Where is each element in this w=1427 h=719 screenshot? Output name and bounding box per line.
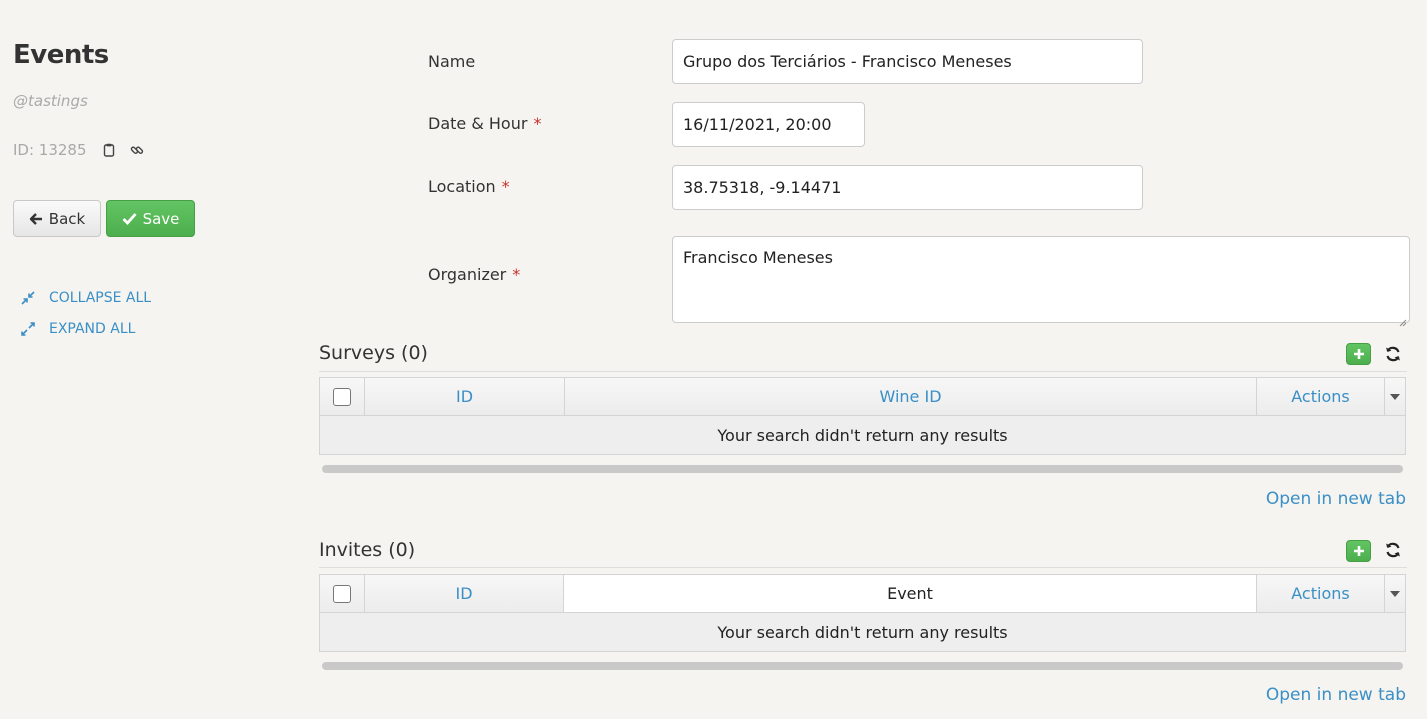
name-label: Name — [428, 52, 475, 71]
select-all-checkbox[interactable] — [333, 584, 351, 603]
page-title: Events — [13, 40, 109, 70]
collapse-icon — [20, 291, 36, 305]
refresh-invites-button[interactable] — [1383, 540, 1403, 560]
name-label-text: Name — [428, 52, 476, 71]
required-marker: * — [533, 114, 542, 133]
page-subtitle: @tastings — [13, 92, 88, 110]
select-all-checkbox[interactable] — [333, 387, 351, 406]
record-id-text: ID: 13285 — [13, 141, 87, 159]
invites-open-new-tab-link[interactable]: Open in new tab — [1266, 685, 1406, 705]
collapse-all-label: COLLAPSE ALL — [49, 290, 152, 306]
organizer-field-value: Francisco Meneses — [683, 248, 833, 267]
required-marker: * — [512, 265, 521, 284]
location-field-value: 38.75318, -9.14471 — [683, 178, 842, 197]
select-all-cell — [320, 575, 365, 612]
empty-message: Your search didn't return any results — [320, 613, 1405, 651]
surveys-title: Surveys (0) — [319, 342, 428, 364]
collapse-all-link[interactable]: COLLAPSE ALL — [20, 290, 151, 306]
organizer-field[interactable]: Francisco Meneses — [672, 236, 1410, 327]
arrow-left-icon — [29, 212, 43, 226]
location-field[interactable]: 38.75318, -9.14471 — [672, 165, 1143, 210]
back-button-label: Back — [48, 209, 86, 228]
save-button[interactable]: Save — [106, 200, 195, 237]
column-menu-button[interactable] — [1385, 575, 1405, 612]
refresh-icon — [1384, 541, 1402, 559]
date-label: Date & Hour * — [428, 114, 541, 133]
column-header-id[interactable]: ID — [365, 575, 564, 612]
surveys-open-new-tab-link[interactable]: Open in new tab — [1266, 489, 1406, 509]
required-marker: * — [501, 177, 510, 196]
expand-all-label: EXPAND ALL — [49, 321, 136, 337]
expand-all-link[interactable]: EXPAND ALL — [20, 321, 135, 337]
refresh-icon — [1384, 345, 1402, 363]
clipboard-icon[interactable] — [101, 142, 117, 158]
invites-title: Invites (0) — [319, 539, 416, 561]
column-menu-button[interactable] — [1385, 378, 1405, 415]
location-label: Location * — [428, 177, 510, 196]
caret-down-icon — [1390, 590, 1400, 597]
grid-header: ID Event Actions — [320, 575, 1405, 613]
column-header-actions[interactable]: Actions — [1257, 378, 1385, 415]
surveys-grid: ID Wine ID Actions Your search didn't re… — [319, 377, 1406, 455]
refresh-surveys-button[interactable] — [1383, 344, 1403, 364]
link-icon[interactable] — [129, 142, 145, 158]
plus-icon — [1353, 348, 1365, 360]
expand-icon — [20, 322, 36, 336]
add-survey-button[interactable] — [1346, 343, 1371, 365]
horizontal-scrollbar[interactable] — [322, 465, 1403, 473]
section-divider — [319, 567, 1407, 568]
save-button-label: Save — [142, 209, 180, 228]
location-label-text: Location — [428, 177, 496, 196]
name-field[interactable]: Grupo dos Terciários - Francisco Meneses — [672, 39, 1143, 84]
organizer-label-text: Organizer — [428, 265, 507, 284]
horizontal-scrollbar[interactable] — [322, 662, 1403, 670]
column-header-wine-id[interactable]: Wine ID — [565, 378, 1257, 415]
column-header-actions[interactable]: Actions — [1257, 575, 1385, 612]
add-invite-button[interactable] — [1346, 540, 1371, 562]
resize-handle-icon[interactable] — [1399, 312, 1407, 327]
caret-down-icon — [1390, 393, 1400, 400]
check-icon — [122, 212, 137, 225]
name-field-value: Grupo dos Terciários - Francisco Meneses — [683, 52, 1012, 71]
select-all-cell — [320, 378, 365, 415]
organizer-label: Organizer * — [428, 265, 520, 284]
back-button[interactable]: Back — [13, 200, 101, 237]
column-header-event[interactable]: Event — [564, 575, 1257, 612]
record-id: ID: 13285 — [13, 141, 145, 159]
date-label-text: Date & Hour — [428, 114, 528, 133]
invites-grid: ID Event Actions Your search didn't retu… — [319, 574, 1406, 652]
plus-icon — [1353, 545, 1365, 557]
empty-message: Your search didn't return any results — [320, 416, 1405, 454]
date-field[interactable]: 16/11/2021, 20:00 — [672, 102, 865, 147]
date-field-value: 16/11/2021, 20:00 — [683, 115, 832, 134]
column-header-id[interactable]: ID — [365, 378, 565, 415]
grid-header: ID Wine ID Actions — [320, 378, 1405, 416]
section-divider — [319, 371, 1407, 372]
